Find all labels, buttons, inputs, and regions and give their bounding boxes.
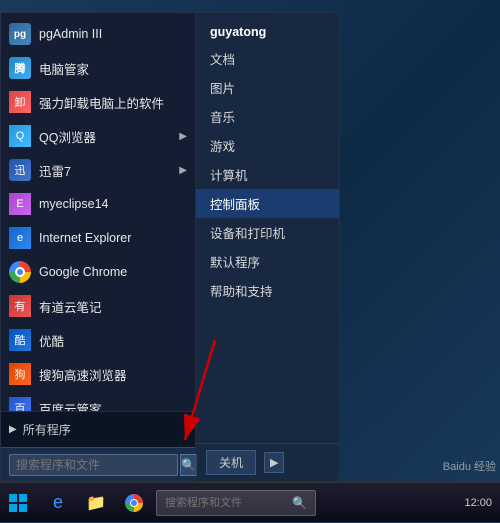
shutdown-arrow-button[interactable]: ▶ — [264, 452, 284, 473]
start-search-input[interactable] — [9, 454, 178, 476]
app-item-baidu[interactable]: 百 百度云管家 — [1, 391, 195, 411]
win-logo-br — [19, 504, 27, 512]
taskbar-search-icon: 🔍 — [292, 496, 307, 510]
app-item-qq[interactable]: Q QQ浏览器 ▶ — [1, 119, 195, 153]
app-label-yinyin: 迅雷7 — [39, 161, 71, 180]
app-label-pgadmin: pgAdmin III — [39, 27, 102, 41]
taskbar-clock: 12:00 — [464, 497, 496, 509]
app-label-computer-manager: 电脑管家 — [39, 59, 89, 78]
qq-icon: Q — [9, 125, 31, 147]
youdao-icon: 有 — [9, 295, 31, 317]
right-item-username[interactable]: guyatong — [196, 17, 339, 44]
app-label-sougou: 搜狗高速浏览器 — [39, 365, 127, 384]
app-label-ie: Internet Explorer — [39, 231, 131, 245]
right-menu-list: guyatong 文档 图片 音乐 游戏 计算机 控制面板 设备和打印机 默认程… — [196, 13, 339, 443]
app-item-computer-manager[interactable]: 腾 电脑管家 — [1, 51, 195, 85]
win-logo-tl — [9, 494, 17, 502]
ie-icon: e — [9, 227, 31, 249]
baidu-icon: 百 — [9, 397, 31, 411]
right-item-music[interactable]: 音乐 — [196, 102, 339, 131]
right-item-games[interactable]: 游戏 — [196, 131, 339, 160]
right-item-control-panel[interactable]: 控制面板 — [196, 189, 339, 218]
app-item-youku[interactable]: 酷 优酷 — [1, 323, 195, 357]
app-label-youku: 优酷 — [39, 331, 64, 350]
app-item-myeclipse[interactable]: E myeclipse14 — [1, 187, 195, 221]
chrome-icon — [9, 261, 31, 283]
taskbar: e 📁 🔍 12:00 — [0, 482, 500, 522]
uninstall-icon: 卸 — [9, 91, 31, 113]
app-item-sougou[interactable]: 狗 搜狗高速浏览器 — [1, 357, 195, 391]
computer-manager-icon: 腾 — [9, 57, 31, 79]
taskbar-pinned-icons: e 📁 — [36, 485, 156, 521]
taskbar-chrome-taskbar-icon[interactable] — [116, 485, 152, 521]
taskbar-search-box[interactable]: 🔍 — [156, 490, 316, 516]
win-logo-bl — [9, 504, 17, 512]
windows-logo-icon — [9, 494, 27, 512]
start-search-button[interactable]: 🔍 — [180, 454, 197, 476]
app-label-myeclipse: myeclipse14 — [39, 197, 108, 211]
app-label-chrome: Google Chrome — [39, 265, 127, 279]
start-menu-right: guyatong 文档 图片 音乐 游戏 计算机 控制面板 设备和打印机 默认程… — [196, 13, 339, 481]
app-item-ie[interactable]: e Internet Explorer — [1, 221, 195, 255]
watermark: Baidu 经验 — [443, 458, 496, 474]
app-item-uninstall[interactable]: 卸 强力卸载电脑上的软件 — [1, 85, 195, 119]
yinyin-icon: 迅 — [9, 159, 31, 181]
desktop: pg pgAdmin III 腾 电脑管家 卸 强力卸载电脑上的软件 Q QQ浏… — [0, 0, 500, 522]
right-item-defaults[interactable]: 默认程序 — [196, 247, 339, 276]
app-item-yinyin[interactable]: 迅 迅雷7 ▶ — [1, 153, 195, 187]
right-item-devices[interactable]: 设备和打印机 — [196, 218, 339, 247]
pgadmin-icon: pg — [9, 23, 31, 45]
taskbar-ie-icon[interactable]: e — [40, 485, 76, 521]
app-list: pg pgAdmin III 腾 电脑管家 卸 强力卸载电脑上的软件 Q QQ浏… — [1, 13, 195, 411]
app-label-qq: QQ浏览器 — [39, 127, 96, 146]
qq-arrow: ▶ — [179, 131, 187, 142]
all-programs-label: 所有程序 — [23, 421, 71, 438]
taskbar-search-input[interactable] — [165, 497, 288, 509]
sougou-icon: 狗 — [9, 363, 31, 385]
all-programs-button[interactable]: ▶ 所有程序 — [9, 421, 71, 438]
right-item-help[interactable]: 帮助和支持 — [196, 276, 339, 305]
right-item-pictures[interactable]: 图片 — [196, 73, 339, 102]
app-item-youdao[interactable]: 有 有道云笔记 — [1, 289, 195, 323]
app-item-chrome[interactable]: Google Chrome — [1, 255, 195, 289]
myeclipse-icon: E — [9, 193, 31, 215]
watermark-text: Baidu 经验 — [443, 461, 496, 473]
shutdown-section: 关机 ▶ — [196, 443, 339, 481]
start-search-bar: 🔍 — [1, 447, 195, 481]
taskbar-right-area: 12:00 — [464, 497, 500, 509]
app-label-baidu: 百度云管家 — [39, 399, 102, 412]
start-button[interactable] — [0, 483, 36, 523]
app-label-uninstall: 强力卸载电脑上的软件 — [39, 93, 164, 112]
all-programs-arrow-icon: ▶ — [9, 424, 17, 435]
app-label-youdao: 有道云笔记 — [39, 297, 102, 316]
app-item-pgadmin[interactable]: pg pgAdmin III — [1, 17, 195, 51]
right-item-documents[interactable]: 文档 — [196, 44, 339, 73]
start-menu-left: pg pgAdmin III 腾 电脑管家 卸 强力卸载电脑上的软件 Q QQ浏… — [1, 13, 196, 481]
start-menu: pg pgAdmin III 腾 电脑管家 卸 强力卸载电脑上的软件 Q QQ浏… — [0, 12, 340, 482]
taskbar-explorer-icon[interactable]: 📁 — [78, 485, 114, 521]
shutdown-button[interactable]: 关机 — [206, 450, 256, 475]
win-logo-tr — [19, 494, 27, 502]
all-programs-section: ▶ 所有程序 — [1, 411, 195, 447]
yinyin-arrow: ▶ — [179, 165, 187, 176]
youku-icon: 酷 — [9, 329, 31, 351]
right-item-computer[interactable]: 计算机 — [196, 160, 339, 189]
